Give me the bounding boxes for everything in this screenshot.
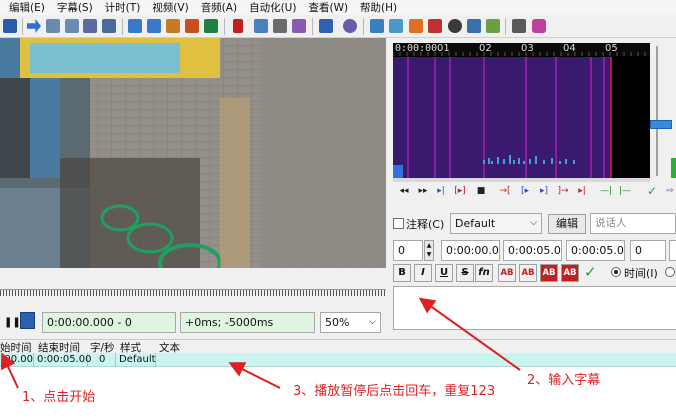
arrow-3 [228, 362, 281, 389]
annotation-1: 1、点击开始 [22, 390, 96, 405]
annotation-3: 3、播放暂停后点击回车，重复123 [293, 384, 496, 399]
arrow-1 [0, 352, 19, 389]
annotation-arrows [0, 297, 521, 389]
arrow-2 [418, 297, 521, 371]
annotation-2: 2、输入字幕 [527, 373, 601, 388]
